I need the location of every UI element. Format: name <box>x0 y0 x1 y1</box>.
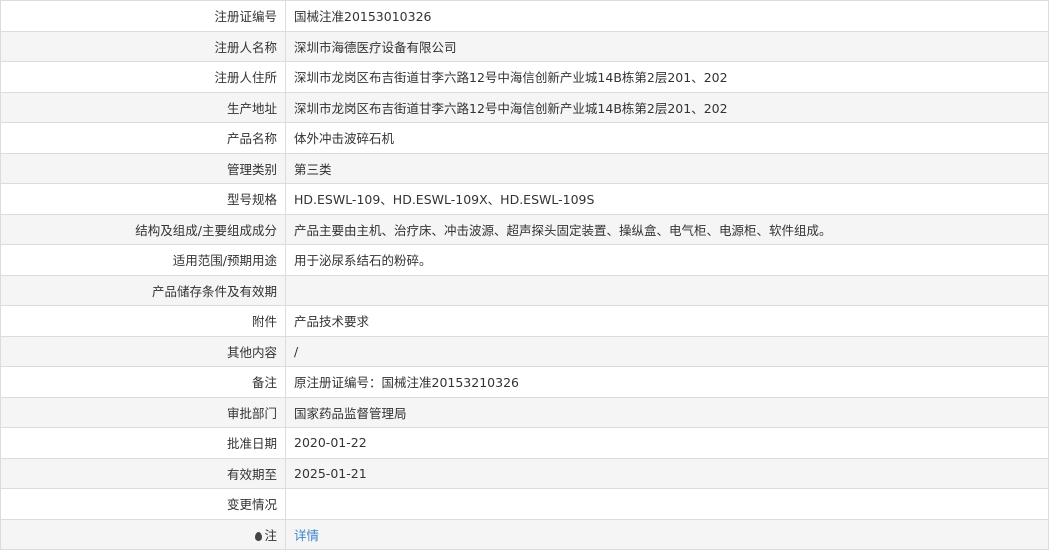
field-value: / <box>285 335 1049 367</box>
table-row: 审批部门 国家药品监督管理局 <box>0 396 1049 428</box>
field-label: 产品储存条件及有效期 <box>0 274 286 306</box>
field-value: 产品主要由主机、治疗床、冲击波源、超声探头固定装置、操纵盒、电气柜、电源柜、软件… <box>285 213 1049 245</box>
table-row: 备注 原注册证编号：国械注准20153210326 <box>0 366 1049 398</box>
field-value <box>285 274 1049 306</box>
table-row: 注册人名称 深圳市海德医疗设备有限公司 <box>0 30 1049 62</box>
field-value: 用于泌尿系结石的粉碎。 <box>285 244 1049 276</box>
note-icon <box>255 531 263 541</box>
table-row: 型号规格 HD.ESWL-109、HD.ESWL-109X、HD.ESWL-10… <box>0 183 1049 215</box>
field-value: 体外冲击波碎石机 <box>285 122 1049 154</box>
table-row: 注册证编号 国械注准20153010326 <box>0 0 1049 32</box>
field-value: 2020-01-22 <box>285 427 1049 459</box>
table-row: 批准日期 2020-01-22 <box>0 427 1049 459</box>
field-value: 深圳市龙岗区布吉街道甘李六路12号中海信创新产业城14B栋第2层201、202 <box>285 61 1049 93</box>
field-label: 注册证编号 <box>0 0 286 32</box>
field-label: 批准日期 <box>0 427 286 459</box>
field-label: 结构及组成/主要组成成分 <box>0 213 286 245</box>
field-label: 注册人住所 <box>0 61 286 93</box>
field-value: 产品技术要求 <box>285 305 1049 337</box>
field-value: 原注册证编号：国械注准20153210326 <box>285 366 1049 398</box>
field-value: 国家药品监督管理局 <box>285 396 1049 428</box>
note-label: 注 <box>264 527 277 543</box>
table-row: 有效期至 2025-01-21 <box>0 457 1049 489</box>
table-row: 生产地址 深圳市龙岗区布吉街道甘李六路12号中海信创新产业城14B栋第2层201… <box>0 91 1049 123</box>
field-value: 深圳市海德医疗设备有限公司 <box>285 30 1049 62</box>
note-label-cell: 注 <box>0 518 286 550</box>
field-value: 第三类 <box>285 152 1049 184</box>
table-row: 产品名称 体外冲击波碎石机 <box>0 122 1049 154</box>
registration-detail-table: 注册证编号 国械注准20153010326 注册人名称 深圳市海德医疗设备有限公… <box>0 0 1049 550</box>
field-label: 审批部门 <box>0 396 286 428</box>
field-label: 附件 <box>0 305 286 337</box>
field-value: 深圳市龙岗区布吉街道甘李六路12号中海信创新产业城14B栋第2层201、202 <box>285 91 1049 123</box>
field-value: HD.ESWL-109、HD.ESWL-109X、HD.ESWL-109S <box>285 183 1049 215</box>
note-row: 注 详情 <box>0 518 1049 550</box>
table-row: 产品储存条件及有效期 <box>0 274 1049 306</box>
field-label: 管理类别 <box>0 152 286 184</box>
field-label: 型号规格 <box>0 183 286 215</box>
table-row: 变更情况 <box>0 488 1049 520</box>
table-row: 适用范围/预期用途 用于泌尿系结石的粉碎。 <box>0 244 1049 276</box>
table-row: 附件 产品技术要求 <box>0 305 1049 337</box>
field-label: 其他内容 <box>0 335 286 367</box>
detail-link[interactable]: 详情 <box>294 528 319 543</box>
table-row: 注册人住所 深圳市龙岗区布吉街道甘李六路12号中海信创新产业城14B栋第2层20… <box>0 61 1049 93</box>
field-label: 适用范围/预期用途 <box>0 244 286 276</box>
field-label: 产品名称 <box>0 122 286 154</box>
field-value: 2025-01-21 <box>285 457 1049 489</box>
table-row: 管理类别 第三类 <box>0 152 1049 184</box>
field-label: 备注 <box>0 366 286 398</box>
table-row: 结构及组成/主要组成成分 产品主要由主机、治疗床、冲击波源、超声探头固定装置、操… <box>0 213 1049 245</box>
field-value: 国械注准20153010326 <box>285 0 1049 32</box>
field-label: 注册人名称 <box>0 30 286 62</box>
field-value <box>285 488 1049 520</box>
field-label: 变更情况 <box>0 488 286 520</box>
table-row: 其他内容 / <box>0 335 1049 367</box>
field-label: 生产地址 <box>0 91 286 123</box>
note-value-cell: 详情 <box>285 518 1049 550</box>
field-label: 有效期至 <box>0 457 286 489</box>
